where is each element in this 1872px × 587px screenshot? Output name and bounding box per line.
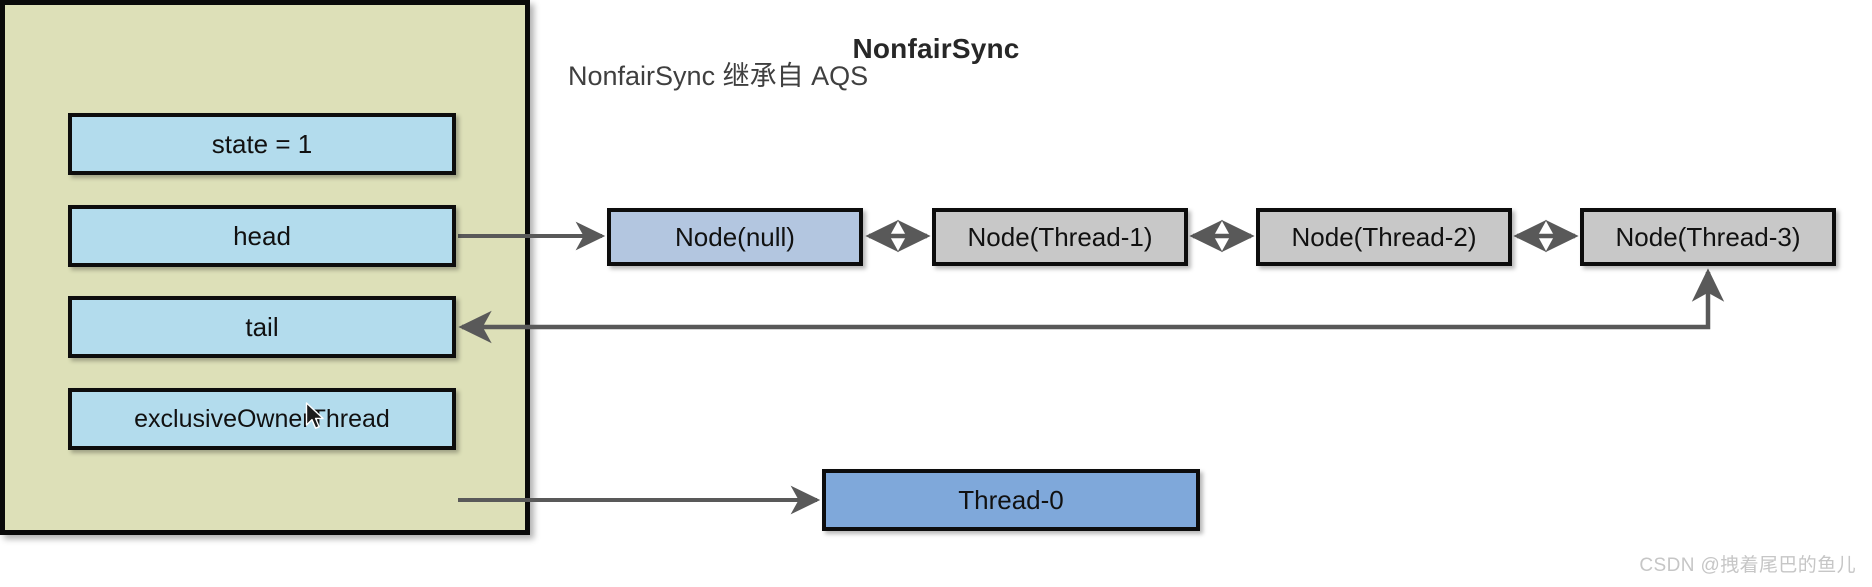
queue-node-thread-2[interactable]: Node(Thread-2) bbox=[1256, 208, 1512, 266]
owner-thread-label: Thread-0 bbox=[958, 484, 1064, 515]
field-head[interactable]: head bbox=[68, 205, 456, 267]
diagram-canvas: NonfairSync state = 1 head tail exclusiv… bbox=[0, 0, 1872, 587]
inheritance-annotation: NonfairSync 继承自 AQS bbox=[568, 61, 869, 91]
queue-node-thread-2-label: Node(Thread-2) bbox=[1291, 221, 1477, 252]
field-tail[interactable]: tail bbox=[68, 296, 456, 358]
queue-node-thread-1[interactable]: Node(Thread-1) bbox=[932, 208, 1188, 266]
queue-node-null[interactable]: Node(null) bbox=[607, 208, 863, 266]
nonfair-sync-panel: NonfairSync state = 1 head tail exclusiv… bbox=[0, 0, 1019, 535]
queue-node-thread-3[interactable]: Node(Thread-3) bbox=[1580, 208, 1836, 266]
field-exclusive-owner-thread-label: exclusiveOwnerThread bbox=[134, 404, 390, 433]
field-exclusive-owner-thread[interactable]: exclusiveOwnerThread bbox=[68, 388, 456, 450]
field-tail-label: tail bbox=[245, 311, 279, 342]
field-state-label: state = 1 bbox=[211, 128, 313, 159]
field-state[interactable]: state = 1 bbox=[68, 113, 456, 175]
queue-node-thread-3-label: Node(Thread-3) bbox=[1615, 221, 1801, 252]
owner-thread-box[interactable]: Thread-0 bbox=[822, 469, 1200, 531]
connector-tail-to-thread3 bbox=[458, 268, 1725, 344]
queue-node-null-label: Node(null) bbox=[675, 221, 795, 252]
field-head-label: head bbox=[233, 220, 291, 251]
watermark: CSDN @拽着尾巴的鱼儿 bbox=[1639, 555, 1856, 576]
queue-node-thread-1-label: Node(Thread-1) bbox=[967, 221, 1153, 252]
panel-title: NonfairSync bbox=[852, 33, 1020, 64]
